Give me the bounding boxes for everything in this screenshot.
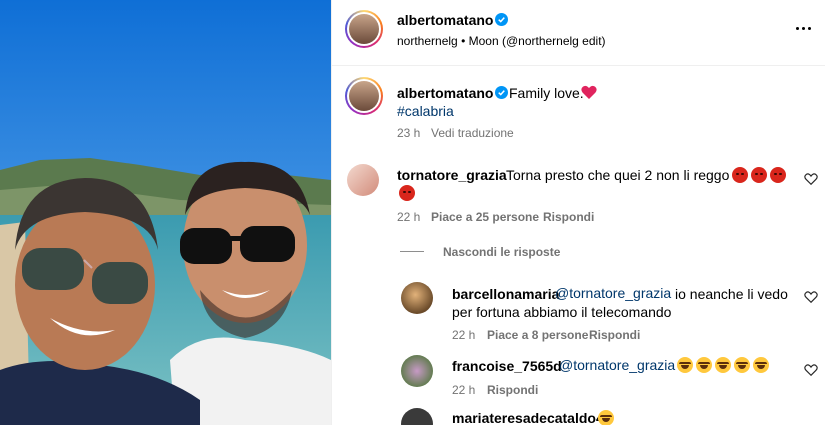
angry-face-icon [399, 185, 415, 201]
red-heart-emoji-icon [581, 85, 597, 99]
music-artist[interactable]: northernelg [397, 34, 458, 48]
music-separator: • [461, 34, 466, 48]
hide-replies-button[interactable]: Nascondi le risposte [443, 245, 560, 259]
like-heart-icon[interactable] [804, 290, 818, 304]
angry-face-icon [770, 167, 786, 183]
caption-username[interactable]: albertomatano [397, 85, 493, 101]
replies-divider [400, 251, 424, 252]
tears-of-joy-icon [598, 410, 617, 425]
like-heart-icon[interactable] [804, 363, 818, 377]
reply-username[interactable]: mariateresadecataldo4 [452, 410, 604, 425]
reply-username[interactable]: francoise_7565d [452, 358, 562, 374]
tears-of-joy-icon [734, 357, 750, 373]
author-username[interactable]: albertomatano [397, 12, 493, 28]
reply-avatar[interactable] [401, 282, 433, 314]
reply-time[interactable]: 22 h [452, 328, 475, 342]
tears-of-joy-icon [753, 357, 769, 373]
comment-likes[interactable]: Piace a 25 persone [431, 210, 539, 224]
reply-mention[interactable]: @tornatore_grazia [559, 357, 675, 373]
caption-avatar[interactable] [345, 77, 383, 115]
author-avatar[interactable] [345, 10, 383, 48]
reply-reply-button[interactable]: Rispondi [589, 328, 640, 342]
angry-emoji-wrapped [399, 185, 418, 201]
angry-face-icon [751, 167, 767, 183]
tears-of-joy-icon [696, 357, 712, 373]
post-sidebar: albertomatano northernelg • Moon (@north… [331, 0, 825, 425]
reply-mention[interactable]: @tornatore_grazia [555, 285, 671, 301]
comment-username[interactable]: tornatore_grazia [397, 167, 507, 183]
comment-text: Torna presto che quei 2 non li reggo [506, 167, 730, 183]
angry-face-icon [732, 167, 748, 183]
comment-time[interactable]: 22 h [397, 210, 420, 224]
music-track[interactable]: Moon (@northernelg edit) [469, 34, 606, 48]
see-translation-link[interactable]: Vedi traduzione [431, 126, 514, 140]
caption-text: Family love. [509, 85, 584, 101]
post-modal: albertomatano northernelg • Moon (@north… [0, 0, 825, 425]
laughing-emoji-group [677, 357, 772, 373]
reply-username[interactable]: barcellonamaria [452, 286, 559, 302]
angry-emoji-group [732, 167, 789, 183]
caption-verified-icon [495, 86, 508, 99]
reply-avatar[interactable] [401, 408, 433, 425]
reply-avatar[interactable] [401, 355, 433, 387]
hashtag-link[interactable]: #calabria [397, 103, 454, 119]
caption-time[interactable]: 23 h [397, 126, 420, 140]
verified-badge-icon [495, 13, 508, 26]
like-heart-icon[interactable] [804, 172, 818, 186]
tears-of-joy-icon [677, 357, 693, 373]
photo-image [0, 0, 331, 425]
post-photo[interactable] [0, 0, 331, 425]
reply-text-line1: io neanche li vedo [675, 286, 788, 302]
reply-text-line2: per fortuna abbiamo il telecomando [452, 304, 672, 320]
tears-of-joy-icon [715, 357, 731, 373]
reply-likes[interactable]: Piace a 8 persone [487, 328, 588, 342]
post-header: albertomatano northernelg • Moon (@north… [332, 0, 825, 66]
comment-reply-button[interactable]: Rispondi [543, 210, 594, 224]
music-info[interactable]: northernelg • Moon (@northernelg edit) [397, 34, 606, 48]
reply-time[interactable]: 22 h [452, 383, 475, 397]
comment-avatar[interactable] [347, 164, 379, 196]
reply-reply-button[interactable]: Rispondi [487, 383, 538, 397]
more-options-icon[interactable] [796, 27, 811, 30]
